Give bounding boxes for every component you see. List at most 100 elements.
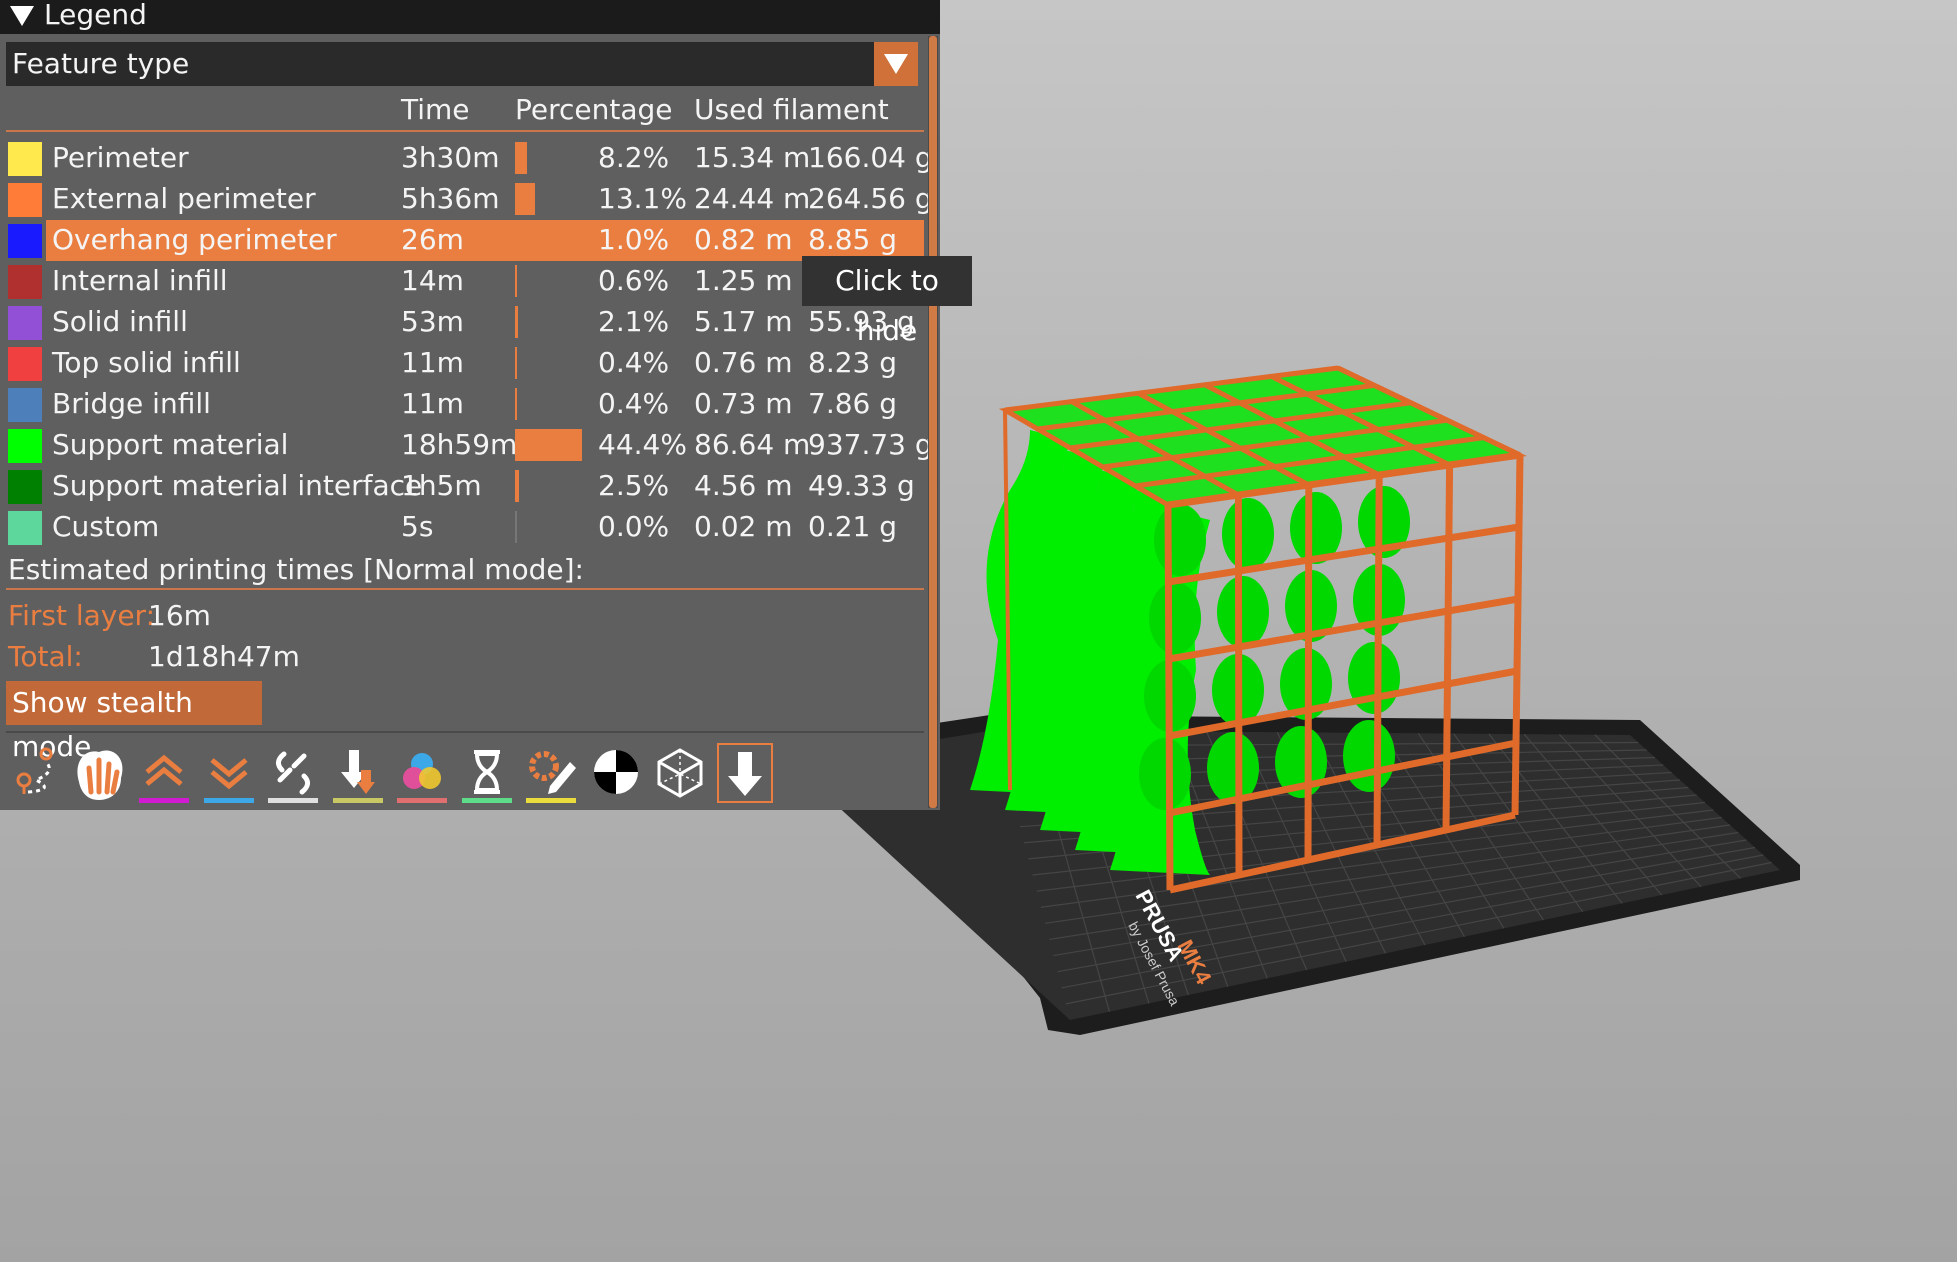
tool-change-icon[interactable] (329, 742, 387, 804)
support-tree (1217, 576, 1269, 648)
feature-label: Custom (52, 510, 160, 543)
legend-row-custom[interactable]: Custom 5s 0.0% 0.02 m 0.21 g (0, 507, 924, 548)
support-tree (1222, 498, 1274, 570)
feature-length: 0.02 m (694, 510, 793, 543)
scrollbar-thumb[interactable] (929, 36, 937, 808)
feature-weight: 7.86 g (808, 387, 898, 420)
color-swatch (8, 265, 42, 299)
feature-time: 26m (401, 223, 464, 256)
percentage-bar (515, 224, 517, 256)
color-swatch (8, 306, 42, 340)
legend-row-internal-infill[interactable]: Internal infill 14m 0.6% 1.25 m (0, 261, 924, 302)
color-swatch (8, 142, 42, 176)
legend-header[interactable]: Legend (0, 0, 940, 34)
first-layer-value: 16m (148, 599, 211, 632)
lattice-strut (1234, 494, 1243, 876)
support-tree (1149, 582, 1201, 654)
feature-percentage: 0.0% (598, 510, 670, 543)
feature-weight: 166.04 g (808, 141, 933, 174)
feature-label: Internal infill (52, 264, 228, 297)
feature-percentage: 0.6% (598, 264, 670, 297)
legend-row-top-solid-infill[interactable]: Top solid infill 11m 0.4% 0.76 m 8.23 g (0, 343, 924, 384)
hand-icon[interactable] (71, 742, 129, 804)
percentage-bar (515, 265, 517, 297)
feature-length: 0.82 m (694, 223, 793, 256)
feature-length: 0.76 m (694, 346, 793, 379)
legend-panel: Legend Feature type Time Percentage Used… (0, 0, 940, 810)
feature-time: 18h59m (401, 428, 518, 461)
legend-row-support-material[interactable]: Support material 18h59m 44.4% 86.64 m 937.73… (0, 425, 933, 466)
feature-length: 1.25 m (694, 264, 793, 297)
show-stealth-mode-button[interactable]: Show stealth mode (6, 681, 262, 763)
feature-percentage: 1.0% (598, 223, 670, 256)
header-time: Time (401, 93, 470, 126)
support-tree (1139, 738, 1191, 810)
legend-row-external-perimeter[interactable]: External perimeter 5h36m 13.1% 24.44 m 264.5… (0, 179, 933, 220)
feature-time: 11m (401, 387, 464, 420)
legend-row-solid-infill[interactable]: Solid infill53m2.1%5.17 m55.93 g (0, 302, 924, 343)
feature-label: Overhang perimeter (52, 223, 337, 256)
color-swatch (8, 470, 42, 504)
feature-percentage: 2.5% (598, 469, 670, 502)
color-change-icon[interactable] (393, 742, 451, 804)
color-swatch (8, 183, 42, 217)
feature-percentage: 0.4% (598, 346, 670, 379)
percentage-bar (515, 142, 527, 174)
collapse-arrow-icon[interactable] (10, 6, 34, 26)
feature-length: 5.17 m (694, 305, 793, 338)
shells-icon[interactable] (651, 742, 709, 804)
broken-link-icon[interactable] (264, 742, 322, 804)
percentage-bar (515, 388, 517, 420)
legend-row-perimeter[interactable]: Perimeter 3h30m 8.2% 15.34 m 166.04 g (0, 138, 933, 179)
feature-weight: 264.56 g (808, 182, 933, 215)
custom-gcode-icon[interactable] (522, 742, 580, 804)
support-tree (1343, 720, 1395, 792)
view-type-value: Feature type (12, 47, 190, 80)
layers-down-icon[interactable] (200, 742, 258, 804)
percentage-bar (515, 183, 535, 215)
feature-label: Perimeter (52, 141, 189, 174)
feature-length: 4.56 m (694, 469, 793, 502)
percentage-bar (515, 347, 517, 379)
tooltip: Click to hide (802, 256, 972, 347)
toolbar-divider (6, 731, 924, 733)
feature-length: 24.44 m (694, 182, 811, 215)
total-value: 1d18h47m (148, 640, 300, 673)
first-layer-label: First layer: (8, 599, 156, 632)
feature-label: Support material interface (52, 469, 423, 502)
feature-time: 11m (401, 346, 464, 379)
total-label: Total: (8, 640, 83, 673)
feature-time: 5h36m (401, 182, 500, 215)
feature-label: Top solid infill (52, 346, 241, 379)
travel-icon[interactable] (6, 742, 64, 804)
color-swatch (8, 224, 42, 258)
feature-weight: 49.33 g (808, 469, 915, 502)
feature-length: 0.73 m (694, 387, 793, 420)
feature-length: 15.34 m (694, 141, 811, 174)
feature-length: 86.64 m (694, 428, 811, 461)
feature-weight: 937.73 g (808, 428, 933, 461)
feature-time: 53m (401, 305, 464, 338)
layers-up-icon[interactable] (135, 742, 193, 804)
legend-row-support-material-interface[interactable]: Support material interface 1h5m 2.5% 4.56 m… (0, 466, 924, 507)
percentage-bar (515, 429, 582, 461)
estimate-divider (6, 588, 924, 590)
feature-weight: 0.21 g (808, 510, 898, 543)
tool-marker-icon[interactable] (716, 742, 774, 804)
center-of-gravity-icon[interactable] (587, 742, 645, 804)
color-swatch (8, 429, 42, 463)
legend-scrollbar[interactable] (928, 36, 938, 808)
lattice-strut (1511, 454, 1524, 816)
legend-title: Legend (44, 0, 147, 31)
view-options-toolbar (0, 742, 780, 808)
header-divider (6, 130, 924, 132)
feature-time: 5s (401, 510, 434, 543)
chevron-down-icon (884, 54, 908, 74)
legend-row-bridge-infill[interactable]: Bridge infill 11m 0.4% 0.73 m 7.86 g (0, 384, 924, 425)
pause-icon[interactable] (458, 742, 516, 804)
dropdown-button[interactable] (874, 42, 918, 86)
feature-percentage: 2.1% (598, 305, 670, 338)
feature-label: Support material (52, 428, 289, 461)
legend-row-overhang-perimeter[interactable]: Overhang perimeter 26m 1.0% 0.82 m 8.85 g (8, 220, 924, 261)
view-type-dropdown[interactable]: Feature type (6, 42, 918, 86)
